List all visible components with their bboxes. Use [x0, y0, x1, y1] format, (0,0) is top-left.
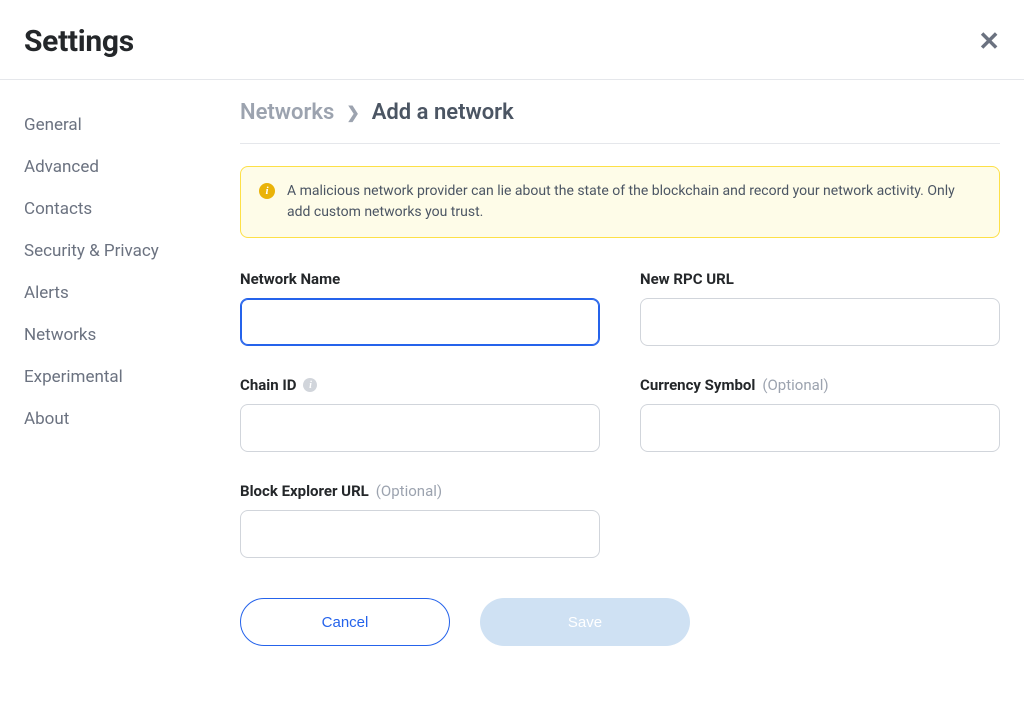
network-form: Network Name New RPC URL Chain ID i Curr…: [240, 270, 1000, 558]
sidebar-item-contacts[interactable]: Contacts: [24, 188, 220, 230]
info-icon[interactable]: i: [303, 378, 317, 392]
block-explorer-label: Block Explorer URL (Optional): [240, 482, 600, 500]
block-explorer-optional: (Optional): [376, 482, 442, 500]
chain-id-label: Chain ID i: [240, 376, 600, 394]
chain-id-input[interactable]: [240, 404, 600, 452]
breadcrumb-parent[interactable]: Networks: [240, 100, 334, 125]
warning-banner: i A malicious network provider can lie a…: [240, 166, 1000, 238]
block-explorer-label-text: Block Explorer URL: [240, 482, 369, 500]
breadcrumb-current: Add a network: [372, 100, 514, 125]
rpc-url-label: New RPC URL: [640, 270, 1000, 288]
sidebar-item-experimental[interactable]: Experimental: [24, 356, 220, 398]
currency-symbol-optional: (Optional): [762, 376, 828, 394]
currency-symbol-label: Currency Symbol (Optional): [640, 376, 1000, 394]
sidebar-item-advanced[interactable]: Advanced: [24, 146, 220, 188]
sidebar-item-networks[interactable]: Networks: [24, 314, 220, 356]
field-block-explorer: Block Explorer URL (Optional): [240, 482, 600, 558]
block-explorer-input[interactable]: [240, 510, 600, 558]
layout: General Advanced Contacts Security & Pri…: [0, 80, 1024, 705]
close-icon[interactable]: ✕: [978, 29, 1000, 55]
warning-text: A malicious network provider can lie abo…: [287, 181, 981, 223]
sidebar-item-alerts[interactable]: Alerts: [24, 272, 220, 314]
currency-symbol-label-text: Currency Symbol: [640, 376, 755, 394]
chain-id-label-text: Chain ID: [240, 376, 296, 394]
network-name-input[interactable]: [240, 298, 600, 346]
sidebar-item-security-privacy[interactable]: Security & Privacy: [24, 230, 220, 272]
cancel-button[interactable]: Cancel: [240, 598, 450, 646]
field-rpc-url: New RPC URL: [640, 270, 1000, 346]
rpc-url-input[interactable]: [640, 298, 1000, 346]
field-currency-symbol: Currency Symbol (Optional): [640, 376, 1000, 452]
sidebar-item-about[interactable]: About: [24, 398, 220, 440]
main: Networks ❯ Add a network i A malicious n…: [220, 80, 1024, 705]
sidebar-item-general[interactable]: General: [24, 104, 220, 146]
info-icon: i: [259, 183, 275, 199]
field-network-name: Network Name: [240, 270, 600, 346]
sidebar: General Advanced Contacts Security & Pri…: [0, 80, 220, 705]
field-chain-id: Chain ID i: [240, 376, 600, 452]
save-button[interactable]: Save: [480, 598, 690, 646]
header: Settings ✕: [0, 0, 1024, 80]
form-actions: Cancel Save: [240, 598, 1000, 646]
network-name-label: Network Name: [240, 270, 600, 288]
currency-symbol-input[interactable]: [640, 404, 1000, 452]
chevron-right-icon: ❯: [346, 103, 359, 122]
breadcrumb: Networks ❯ Add a network: [240, 100, 1000, 144]
page-title: Settings: [24, 24, 134, 59]
